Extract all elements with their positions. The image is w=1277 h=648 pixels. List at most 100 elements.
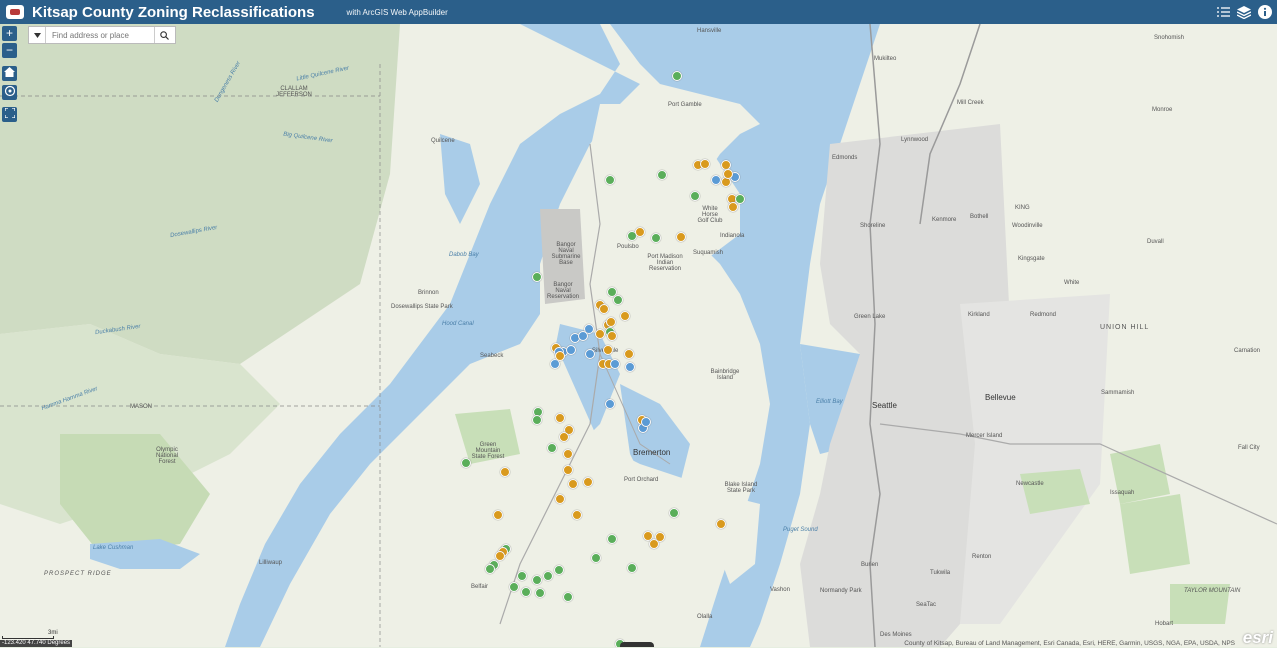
- zoning-pin-blue[interactable]: [711, 175, 721, 185]
- zoom-out-button[interactable]: −: [2, 43, 17, 58]
- zoning-pin-orange[interactable]: [620, 311, 630, 321]
- zoning-pin-green[interactable]: [517, 571, 527, 581]
- zoning-pin-blue[interactable]: [585, 349, 595, 359]
- search-widget: [28, 26, 176, 44]
- map-label: Green Mountain State Forest: [471, 442, 505, 460]
- zoning-pin-orange[interactable]: [607, 331, 617, 341]
- zoning-pin-green[interactable]: [613, 295, 623, 305]
- locate-icon[interactable]: [2, 85, 17, 100]
- map-view[interactable]: Hansville Port Gamble Quilcene Brinnon D…: [0, 24, 1277, 647]
- zoning-pin-green[interactable]: [651, 233, 661, 243]
- coordinate-readout: -123.420 47.740 Degrees: [0, 640, 73, 647]
- zoning-pin-green[interactable]: [547, 443, 557, 453]
- zoning-pin-orange[interactable]: [723, 169, 733, 179]
- zoning-pin-green[interactable]: [532, 272, 542, 282]
- zoning-pin-orange[interactable]: [493, 510, 503, 520]
- zoning-pin-orange[interactable]: [716, 519, 726, 529]
- zoning-pin-green[interactable]: [563, 592, 573, 602]
- zoning-pin-green[interactable]: [521, 587, 531, 597]
- zoning-pin-orange[interactable]: [700, 159, 710, 169]
- map-label: Suquamish: [693, 250, 724, 256]
- search-source-dropdown[interactable]: [29, 27, 46, 43]
- scale-bar: [2, 636, 54, 639]
- info-icon[interactable]: [1256, 3, 1274, 21]
- zoning-pin-green[interactable]: [672, 71, 682, 81]
- map-label: Port Orchard: [624, 477, 659, 483]
- zoning-pin-orange[interactable]: [555, 494, 565, 504]
- zoning-pin-orange[interactable]: [624, 349, 634, 359]
- zoning-pin-green[interactable]: [543, 571, 553, 581]
- map-label: Vashon: [770, 587, 790, 593]
- zoning-pin-green[interactable]: [627, 563, 637, 573]
- legend-icon[interactable]: [1214, 3, 1232, 21]
- map-label: UNION HILL: [1100, 324, 1150, 331]
- map-label: Poulsbo: [617, 244, 639, 250]
- zoning-pin-orange[interactable]: [568, 479, 578, 489]
- zoning-pin-orange[interactable]: [500, 467, 510, 477]
- fullscreen-icon[interactable]: [2, 107, 17, 122]
- zoom-in-button[interactable]: +: [2, 26, 17, 41]
- zoning-pin-orange[interactable]: [495, 551, 505, 561]
- zoning-pin-orange[interactable]: [603, 345, 613, 355]
- zoning-pin-green[interactable]: [591, 553, 601, 563]
- zoning-pin-green[interactable]: [607, 534, 617, 544]
- zoning-pin-orange[interactable]: [606, 317, 616, 327]
- zoning-pin-blue[interactable]: [625, 362, 635, 372]
- map-label: Indianola: [720, 233, 745, 239]
- zoning-pin-orange[interactable]: [595, 329, 605, 339]
- zoning-pin-green[interactable]: [657, 170, 667, 180]
- map-label: Fall City: [1238, 445, 1260, 451]
- zoning-pin-green[interactable]: [669, 508, 679, 518]
- map-label: Bothell: [970, 214, 989, 220]
- map-label: Hansville: [697, 28, 722, 34]
- zoning-pin-orange[interactable]: [572, 510, 582, 520]
- map-label: Port Gamble: [668, 102, 702, 108]
- zoning-pin-blue[interactable]: [641, 417, 651, 427]
- attribute-table-toggle[interactable]: [620, 642, 654, 647]
- map-label: Lilliwaup: [259, 560, 283, 566]
- zoning-pin-orange[interactable]: [676, 232, 686, 242]
- search-input[interactable]: [46, 29, 154, 41]
- zoning-pin-blue[interactable]: [610, 359, 620, 369]
- map-label: Normandy Park: [820, 588, 862, 594]
- zoning-pin-green[interactable]: [461, 458, 471, 468]
- search-button[interactable]: [154, 27, 173, 43]
- map-label: CLALLAM JEFFERSON: [276, 86, 312, 98]
- zoning-pin-green[interactable]: [485, 564, 495, 574]
- layers-icon[interactable]: [1235, 3, 1253, 21]
- map-label: KING: [1015, 205, 1030, 211]
- zoning-pin-orange[interactable]: [728, 202, 738, 212]
- map-label: Renton: [972, 554, 992, 560]
- map-label: Belfair: [471, 584, 489, 590]
- zoning-pin-orange[interactable]: [599, 304, 609, 314]
- zoning-pin-orange[interactable]: [555, 351, 565, 361]
- zoning-pin-blue[interactable]: [578, 331, 588, 341]
- zoning-pin-orange[interactable]: [649, 539, 659, 549]
- zoning-pin-green[interactable]: [532, 575, 542, 585]
- app-title: Kitsap County Zoning Reclassifications: [32, 3, 315, 21]
- zoning-pin-orange[interactable]: [583, 477, 593, 487]
- zoning-pin-blue[interactable]: [566, 345, 576, 355]
- zoning-pin-green[interactable]: [509, 582, 519, 592]
- map-label: White Horse Golf Club: [697, 206, 723, 224]
- map-label: Hobart: [1155, 621, 1174, 627]
- zoning-pin-green[interactable]: [532, 415, 542, 425]
- zoning-pin-orange[interactable]: [555, 413, 565, 423]
- zoning-pin-orange[interactable]: [635, 227, 645, 237]
- map-label: MASON: [130, 404, 153, 410]
- zoning-pin-orange[interactable]: [563, 465, 573, 475]
- app-header: Kitsap County Zoning Reclassifications w…: [0, 0, 1277, 24]
- map-label: Kenmore: [932, 217, 957, 223]
- map-label: Duvall: [1147, 239, 1164, 245]
- map-label: Lynnwood: [901, 137, 929, 143]
- zoning-pin-orange[interactable]: [559, 432, 569, 442]
- map-label: Brinnon: [418, 290, 439, 296]
- zoning-pin-orange[interactable]: [563, 449, 573, 459]
- map-label: Hood Canal: [442, 321, 474, 327]
- home-icon[interactable]: [2, 66, 17, 81]
- zoning-pin-green[interactable]: [690, 191, 700, 201]
- zoning-pin-blue[interactable]: [605, 399, 615, 409]
- zoning-pin-green[interactable]: [554, 565, 564, 575]
- zoning-pin-green[interactable]: [535, 588, 545, 598]
- zoning-pin-green[interactable]: [605, 175, 615, 185]
